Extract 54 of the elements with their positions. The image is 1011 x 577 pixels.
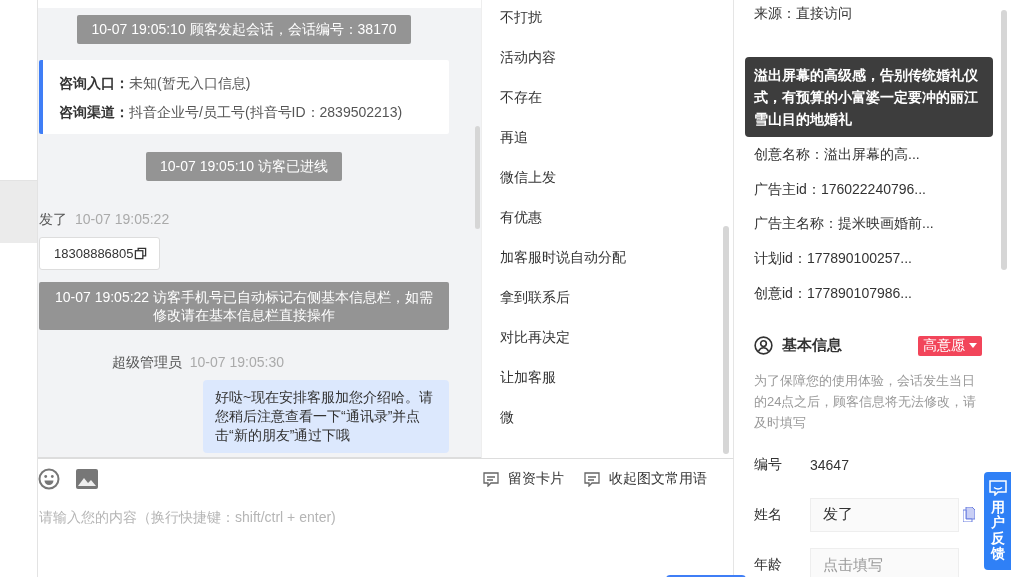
system-message: 10-07 19:05:10 访客已进线 <box>145 152 343 181</box>
field-value: 34647 <box>810 456 849 473</box>
field-label: 编号 <box>754 455 783 474</box>
quick-reply-item[interactable]: 微信上发 <box>482 166 733 206</box>
field-label: 年龄 <box>754 555 783 574</box>
caret-icon <box>969 343 977 349</box>
info-row-text: 计划id：177890100257... <box>754 249 913 269</box>
quick-reply-item[interactable]: 让加客服 <box>482 366 733 406</box>
message-text: 18308886805 <box>54 246 134 261</box>
message-icon <box>584 471 600 487</box>
message-icon <box>483 471 499 487</box>
info-label: 咨询渠道： <box>59 103 129 122</box>
copy-icon[interactable] <box>133 247 147 260</box>
quick-reply-item[interactable]: 不存在 <box>482 86 733 126</box>
quick-reply-item[interactable]: 微 <box>482 406 733 446</box>
notice-text: 为了保障您的使用体验，会话发生当日的24点之后，顾客信息将无法修改，请及时填写 <box>754 371 978 432</box>
quick-reply-item[interactable]: 拿到联系后 <box>482 286 733 326</box>
quick-reply-item[interactable]: 有优惠 <box>482 206 733 246</box>
message-bubble: 好哒~现在安排客服加您介绍哈。请您稍后注意查看一下“通讯录”并点击“新的朋友”通过下哦 <box>203 380 449 453</box>
input-field[interactable]: 点击填写 <box>810 547 959 577</box>
info-row-text: 创意名称：溢出屏幕的高... <box>754 144 921 164</box>
input-field[interactable]: 发了 <box>810 497 959 532</box>
quick-reply-item[interactable]: 加客服时说自动分配 <box>482 246 733 286</box>
quick-reply-item[interactable]: 不打扰 <box>482 6 733 46</box>
quick-reply-item[interactable]: 再追 <box>482 126 733 166</box>
scrollbar[interactable] <box>723 226 729 454</box>
scrollbar[interactable] <box>475 126 480 229</box>
smiley-icon[interactable] <box>38 468 60 490</box>
quick-reply-item[interactable]: 活动内容 <box>482 46 733 86</box>
toolbar-button[interactable]: 留资卡片 <box>483 470 564 488</box>
info-label: 咨询入口： <box>59 74 129 93</box>
tooltip: 溢出屏幕的高级感，告别传统婚礼仪式，有预算的小富婆一定要冲的丽江雪山目的地婚礼 <box>745 56 993 137</box>
intent-dropdown[interactable]: 高意愿 <box>918 335 982 356</box>
scrollbar[interactable] <box>1001 10 1007 270</box>
message-time: 10-07 19:05:22 <box>75 211 170 229</box>
info-value: 抖音企业号/员工号(抖音号ID：2839502213) <box>129 103 403 122</box>
info-value: 未知(暂无入口信息) <box>129 74 251 93</box>
message-time: 10-07 19:05:30 <box>189 354 284 372</box>
sender-name: 发了 <box>39 211 67 229</box>
image-icon[interactable] <box>76 469 98 489</box>
info-row-text: 来源：直接访问 <box>754 4 853 23</box>
info-row-text: 广告主名称：提米映画婚前... <box>754 214 935 234</box>
section-title: 基本信息 <box>782 336 842 356</box>
sender-name: 超级管理员 <box>111 354 182 372</box>
user-icon <box>754 336 773 356</box>
message-icon <box>988 480 1007 496</box>
feedback-button[interactable]: 用户反馈 <box>984 472 1011 570</box>
toolbar-button[interactable]: 收起图文常用语 <box>584 470 707 488</box>
quick-reply-item[interactable]: 对比再决定 <box>482 326 733 366</box>
info-row-text: 广告主id：176022240796... <box>754 179 927 199</box>
system-message: 10-07 19:05:10 顾客发起会话，会话编号：38170 <box>77 15 411 44</box>
field-label: 姓名 <box>754 505 783 524</box>
system-message: 10-07 19:05:22 访客手机号已自动标记右侧基本信息栏，如需修改请在基本信息栏直接操作 <box>39 282 449 330</box>
info-row-text: 创意id：177890107986... <box>754 284 913 303</box>
